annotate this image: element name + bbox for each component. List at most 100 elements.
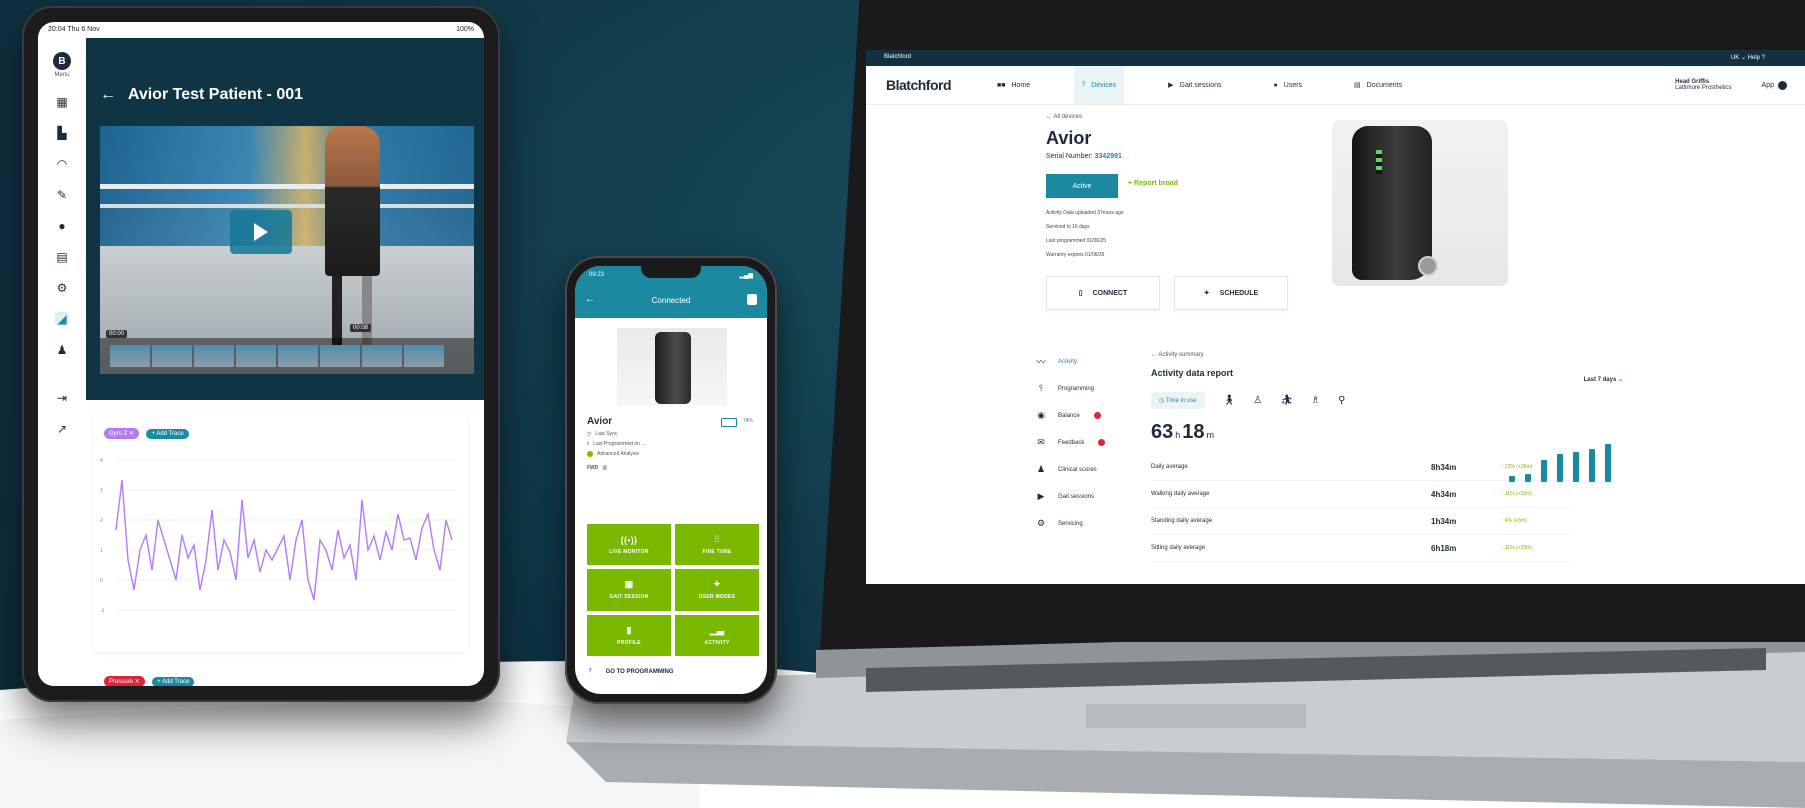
tile-fine-tune[interactable]: ⫶⫶ FINE TUNE (675, 524, 759, 566)
notification-badge (1098, 439, 1106, 446)
document-icon[interactable]: ▤ (55, 250, 69, 264)
trace-chip-pressure[interactable]: Pressure ✕ (104, 676, 145, 686)
tile-gait-session[interactable]: ▣ GAIT SESSION (587, 569, 671, 611)
external-link-icon[interactable]: ↗ (55, 422, 69, 436)
walking-icon[interactable]: 🚶︎ (1223, 395, 1236, 406)
meta-activity-upload: Activity Data uploaded 3 hours ago (1046, 210, 1124, 216)
logout-icon[interactable]: ⇥ (55, 391, 69, 405)
wrench-icon[interactable]: ✎ (55, 188, 69, 202)
breadcrumb[interactable]: ← All devices (1046, 114, 1122, 120)
period-label: Last 7 days (1583, 377, 1617, 383)
side-label-clinical: Clinical scores (1058, 466, 1097, 473)
app-switch[interactable]: App (1762, 80, 1787, 90)
phone-status-time: 09:23 (589, 272, 605, 278)
phone-title: Connected (651, 296, 691, 305)
schedule-button[interactable]: ✦ SCHEDULE (1174, 276, 1288, 310)
row-label: Daily average (1151, 464, 1188, 470)
stairs-icon[interactable]: ⛹︎ (1280, 395, 1293, 406)
play-icon (254, 223, 268, 241)
side-item-feedback[interactable]: ✉ Feedback (1036, 429, 1106, 456)
trace-chip-gyro[interactable]: Gyro Z ✕ (104, 428, 140, 439)
tile-activity[interactable]: ▁▃ ACTIVITY (675, 614, 759, 656)
report-link[interactable]: + Report broad (1128, 180, 1178, 187)
weekly-bar (1573, 452, 1579, 482)
phone-action-tiles: ((•)) LIVE MONITOR ⫶⫶ FINE TUNE ▣ GAIT SESS… (587, 524, 759, 656)
nav-users[interactable]: ● Users (1266, 66, 1311, 104)
wifi-icon[interactable]: ◠ (55, 157, 69, 171)
nav-devices[interactable]: ⫯ Devices (1074, 66, 1125, 104)
clinical-icon: ♟ (1036, 464, 1046, 474)
row-delta: ↑ 4% (+5m) (1501, 518, 1527, 524)
side-item-clinical-scores[interactable]: ♟ Clinical scores (1036, 456, 1105, 483)
meta-service: Serviced in 16 days (1046, 224, 1090, 230)
row-value: 1h34m (1431, 516, 1457, 526)
device-side-menu: 〰 Activity ⫯ Programming ◉ Balance ✉ Feedbac… (1036, 348, 1106, 537)
tile-live-monitor[interactable]: ((•)) LIVE MONITOR (587, 524, 671, 566)
topbar-locale-help[interactable]: UK ⌄ Help ? (1731, 54, 1765, 61)
side-item-programming[interactable]: ⫯ Programming (1036, 375, 1105, 402)
play-button[interactable] (230, 210, 292, 254)
period-dropdown[interactable]: Last 7 days ⌄ (1584, 376, 1623, 383)
menu-avatar[interactable]: B (53, 52, 71, 70)
standing-icon[interactable]: ♙ (1253, 395, 1262, 406)
phone-notch (641, 266, 701, 278)
tile-profile[interactable]: ▮ PROFILE (587, 614, 671, 656)
side-label-activity: Activity (1058, 358, 1078, 365)
activity-tabs: ◷ Time in use 🚶︎ ♙ ⛹︎ ♗ ⚲ (1151, 392, 1751, 409)
meta-last-programmed: Last programmed 01/06/25 (1046, 238, 1107, 244)
user-menu[interactable]: Head Griffis Lattimore Prosthetics (1675, 79, 1731, 91)
side-item-servicing[interactable]: ⚙ Servicing (1036, 510, 1105, 537)
row-value: 8h34m (1431, 462, 1457, 472)
chart-icon[interactable]: ◢ (55, 312, 69, 326)
phone-icon: ▯ (1078, 290, 1083, 297)
activity-breadcrumb[interactable]: ← Activity summary (1151, 352, 1751, 358)
go-to-programming-button[interactable]: ⫯ GO TO PROGRAMMING (589, 668, 753, 675)
sitting-icon[interactable]: ♗ (1311, 395, 1320, 406)
status-active-button[interactable]: Active (1046, 174, 1118, 198)
tablet-status-time: 20:04 Thu 6 Nov (48, 26, 100, 33)
device-image (1332, 120, 1508, 286)
video-frame-person (325, 126, 380, 276)
tab-time-in-use[interactable]: ◷ Time in use (1151, 392, 1205, 409)
trash-icon: ▥ (602, 465, 608, 471)
brand-logo[interactable]: Blatchford (886, 77, 952, 93)
side-item-activity[interactable]: 〰 Activity (1036, 348, 1105, 375)
add-trace-button[interactable]: + Add Trace (146, 429, 189, 439)
back-arrow-icon[interactable]: ← (100, 86, 116, 103)
nav-documents[interactable]: ▤ Documents (1346, 66, 1410, 104)
table-row: Standing daily average 1h34m ↑ 4% (+5m) (1151, 508, 1571, 535)
timeline-thumbnail (362, 345, 402, 367)
add-trace-button-2[interactable]: + Add Trace (152, 677, 195, 686)
patient-title: ← Avior Test Patient - 001 (100, 86, 303, 104)
video-player[interactable]: 00:00 00:08 (100, 126, 474, 374)
tile-user-modes[interactable]: ✦ USER MODES (675, 569, 759, 611)
device-image-body (1352, 126, 1432, 280)
side-item-gait-sessions[interactable]: ▶ Gait sessions (1036, 483, 1105, 510)
grid-icon[interactable]: ▦ (55, 95, 69, 109)
info-icon[interactable] (747, 294, 757, 305)
programming-icon: ⫯ (1039, 383, 1043, 393)
device-image-leds (1376, 150, 1382, 174)
fwd-row[interactable]: FWD ▥ (587, 465, 757, 471)
battery-icon (721, 418, 737, 427)
signal-icon: ▂▄▆ (739, 273, 753, 279)
nav-home[interactable]: ■■ Home (989, 66, 1038, 104)
side-label-programming: Programming (1058, 385, 1095, 392)
running-icon[interactable]: ⚲ (1338, 395, 1345, 406)
video-frame-rail (100, 184, 474, 189)
building-icon[interactable]: ▙ (55, 126, 69, 140)
tablet-video-panel: ← Avior Test Patient - 001 00:00 00:08 (86, 38, 484, 400)
person-icon[interactable]: ♟ (55, 343, 69, 357)
side-label-balance: Balance (1058, 412, 1080, 419)
users-icon[interactable]: ● (55, 219, 69, 233)
breadcrumb-label: All devices (1053, 114, 1083, 120)
walk-icon: ✦ (713, 579, 721, 590)
tile-label: GAIT SESSION (609, 594, 649, 601)
video-frame-leg (332, 276, 342, 346)
nav-gait-sessions[interactable]: ▶ Gait sessions (1160, 66, 1229, 104)
gear-icon[interactable]: ⚙ (55, 281, 69, 295)
side-item-balance[interactable]: ◉ Balance (1036, 402, 1105, 429)
video-timeline[interactable] (100, 338, 474, 374)
tablet-screen: 20:04 Thu 6 Nov 100% B Menu ▦ ▙ ◠ ✎ ● ▤ … (38, 22, 484, 686)
connect-button[interactable]: ▯ CONNECT (1046, 276, 1160, 310)
